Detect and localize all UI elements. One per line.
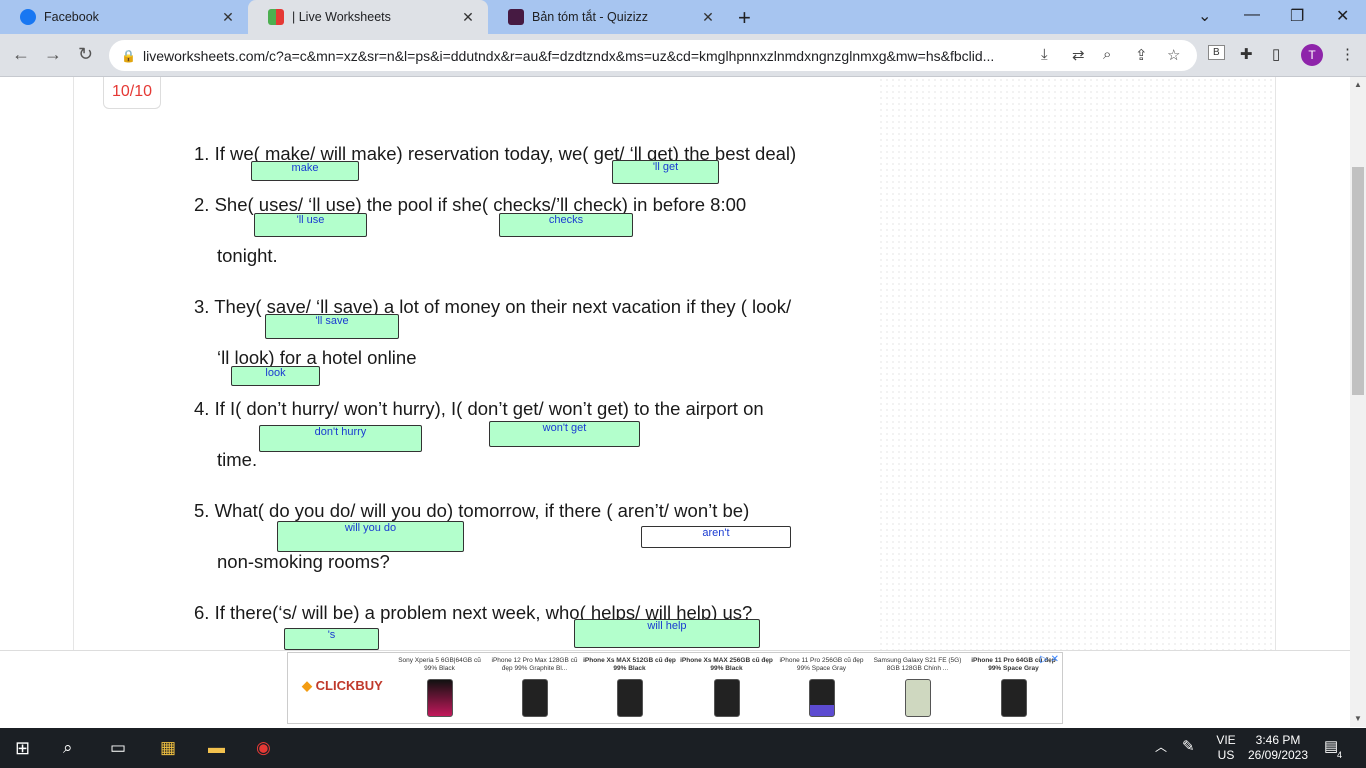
store-icon[interactable]: ▦: [160, 738, 176, 758]
menu-icon[interactable]: ⋮: [1340, 45, 1355, 63]
browser-toolbar: ← → ↻ 🔒 liveworksheets.com/c?a=c&mn=xz&s…: [0, 34, 1366, 77]
tab-quizizz[interactable]: Bản tóm tắt - Quizizz ✕: [488, 0, 728, 34]
question-line: non-smoking rooms?: [217, 551, 390, 572]
pen-icon[interactable]: ✎: [1182, 739, 1195, 754]
minimize-icon[interactable]: —: [1244, 6, 1260, 24]
ad-product[interactable]: iPhone 12 Pro Max 128GB cũ đẹp 99% Graph…: [487, 657, 582, 717]
liveworksheets-icon: [268, 9, 284, 25]
address-bar[interactable]: 🔒 liveworksheets.com/c?a=c&mn=xz&sr=n&l=…: [109, 40, 1197, 71]
task-view-icon[interactable]: ▭: [110, 738, 126, 758]
tab-title: | Live Worksheets: [292, 10, 391, 24]
ad-bar: ◆ CLICKBUY Sony Xperia 5 6GB|64GB cũ 99%…: [0, 650, 1350, 728]
profile-avatar[interactable]: T: [1301, 44, 1323, 66]
question-line: tonight.: [217, 245, 278, 266]
windows-taskbar: ⊞ ⌕ ▭ ▦ ▬ ◉ ︿ ✎ VIE US 3:46 PM 26/09/2023 …: [0, 728, 1366, 768]
clock[interactable]: 3:46 PM 26/09/2023: [1246, 733, 1310, 763]
lock-icon[interactable]: 🔒: [121, 49, 137, 63]
page-content: 10/10 1. If we( make/ will make) reserva…: [0, 77, 1350, 650]
scroll-down-icon[interactable]: ▼: [1354, 714, 1362, 723]
score-badge: 10/10: [103, 77, 161, 109]
download-icon[interactable]: ⤓: [1041, 46, 1048, 63]
answer-field[interactable]: won't get: [489, 421, 640, 447]
tab-strip: Facebook ✕ | Live Worksheets ✕ Bản tóm t…: [0, 0, 1366, 34]
reload-icon[interactable]: ↻: [78, 44, 93, 65]
worksheet-background: [878, 77, 1274, 650]
answer-field[interactable]: aren't: [641, 526, 791, 548]
answer-field[interactable]: 'll use: [254, 213, 367, 237]
answer-field[interactable]: don't hurry: [259, 425, 422, 452]
notification-count: 4: [1337, 750, 1343, 760]
close-window-icon[interactable]: ✕: [1336, 6, 1349, 26]
url-text[interactable]: liveworksheets.com/c?a=c&mn=xz&sr=n&l=ps…: [143, 48, 1023, 64]
answer-field[interactable]: 'll save: [265, 314, 399, 339]
question-line: 4. If I( don’t hurry/ won’t hurry), I( d…: [194, 398, 764, 419]
bookmark-star-icon[interactable]: ☆: [1167, 46, 1180, 64]
ad-product[interactable]: Samsung Galaxy S21 FE (5G) 8GB 128GB Chí…: [870, 657, 965, 717]
tab-facebook[interactable]: Facebook ✕: [0, 0, 248, 34]
ad-product[interactable]: iPhone 11 Pro 64GB cũ đẹp 99% Space Gray: [966, 657, 1061, 717]
ad-product[interactable]: iPhone 11 Pro 256GB cũ đẹp 99% Space Gra…: [774, 657, 869, 717]
forward-icon[interactable]: →: [44, 44, 62, 65]
vertical-scrollbar[interactable]: ▲ ▼: [1350, 77, 1366, 727]
back-icon[interactable]: ←: [12, 44, 30, 65]
tab-search-icon[interactable]: ⌄: [1198, 6, 1211, 26]
question-line: 5. What( do you do/ will you do) tomorro…: [194, 500, 750, 521]
new-tab-icon[interactable]: +: [738, 5, 751, 31]
close-tab-icon[interactable]: ✕: [460, 9, 476, 26]
answer-field[interactable]: checks: [499, 213, 633, 237]
restore-icon[interactable]: ❐: [1290, 6, 1304, 26]
ad-product[interactable]: Sony Xperia 5 6GB|64GB cũ 99% Black: [392, 657, 487, 717]
answer-field[interactable]: 'll get: [612, 160, 719, 184]
quizizz-icon: [508, 9, 524, 25]
answer-field[interactable]: look: [231, 366, 320, 386]
ad-product[interactable]: iPhone Xs MAX 512GB cũ đẹp 99% Black: [582, 657, 677, 717]
question-line: time.: [217, 449, 258, 470]
clickbuy-logo[interactable]: ◆ CLICKBUY: [302, 678, 383, 694]
translate-icon[interactable]: ⇄: [1072, 46, 1085, 64]
ad-close-icon[interactable]: ▷ ✕: [1040, 654, 1059, 665]
answer-field[interactable]: 's: [284, 628, 379, 650]
file-explorer-icon[interactable]: ▬: [208, 738, 225, 758]
ad-product[interactable]: iPhone Xs MAX 256GB cũ đẹp 99% Black: [679, 657, 774, 717]
share-icon[interactable]: ⇪: [1135, 46, 1148, 64]
language-indicator[interactable]: VIE US: [1212, 733, 1240, 763]
scrollbar-thumb[interactable]: [1352, 167, 1364, 395]
answer-field[interactable]: will help: [574, 619, 760, 648]
answer-field[interactable]: make: [251, 161, 359, 181]
side-panel-icon[interactable]: ▯: [1272, 45, 1280, 63]
chrome-icon[interactable]: ◉: [256, 738, 271, 758]
extension-b-icon[interactable]: B: [1208, 45, 1225, 60]
extensions-puzzle-icon[interactable]: ✚: [1240, 45, 1253, 63]
ad-banner[interactable]: ◆ CLICKBUY Sony Xperia 5 6GB|64GB cũ 99%…: [287, 652, 1063, 724]
tray-chevron-icon[interactable]: ︿: [1155, 740, 1167, 755]
close-tab-icon[interactable]: ✕: [700, 9, 716, 26]
facebook-icon: [20, 9, 36, 25]
tab-title: Bản tóm tắt - Quizizz: [532, 10, 649, 24]
close-tab-icon[interactable]: ✕: [220, 9, 236, 26]
search-icon[interactable]: ⌕: [63, 738, 73, 758]
answer-field[interactable]: will you do: [277, 521, 464, 552]
zoom-icon[interactable]: ⌕: [1103, 46, 1111, 63]
tab-title: Facebook: [44, 10, 99, 24]
scroll-up-icon[interactable]: ▲: [1354, 80, 1362, 89]
tab-live-worksheets[interactable]: | Live Worksheets ✕: [248, 0, 488, 34]
windows-start-icon[interactable]: ⊞: [15, 738, 30, 759]
